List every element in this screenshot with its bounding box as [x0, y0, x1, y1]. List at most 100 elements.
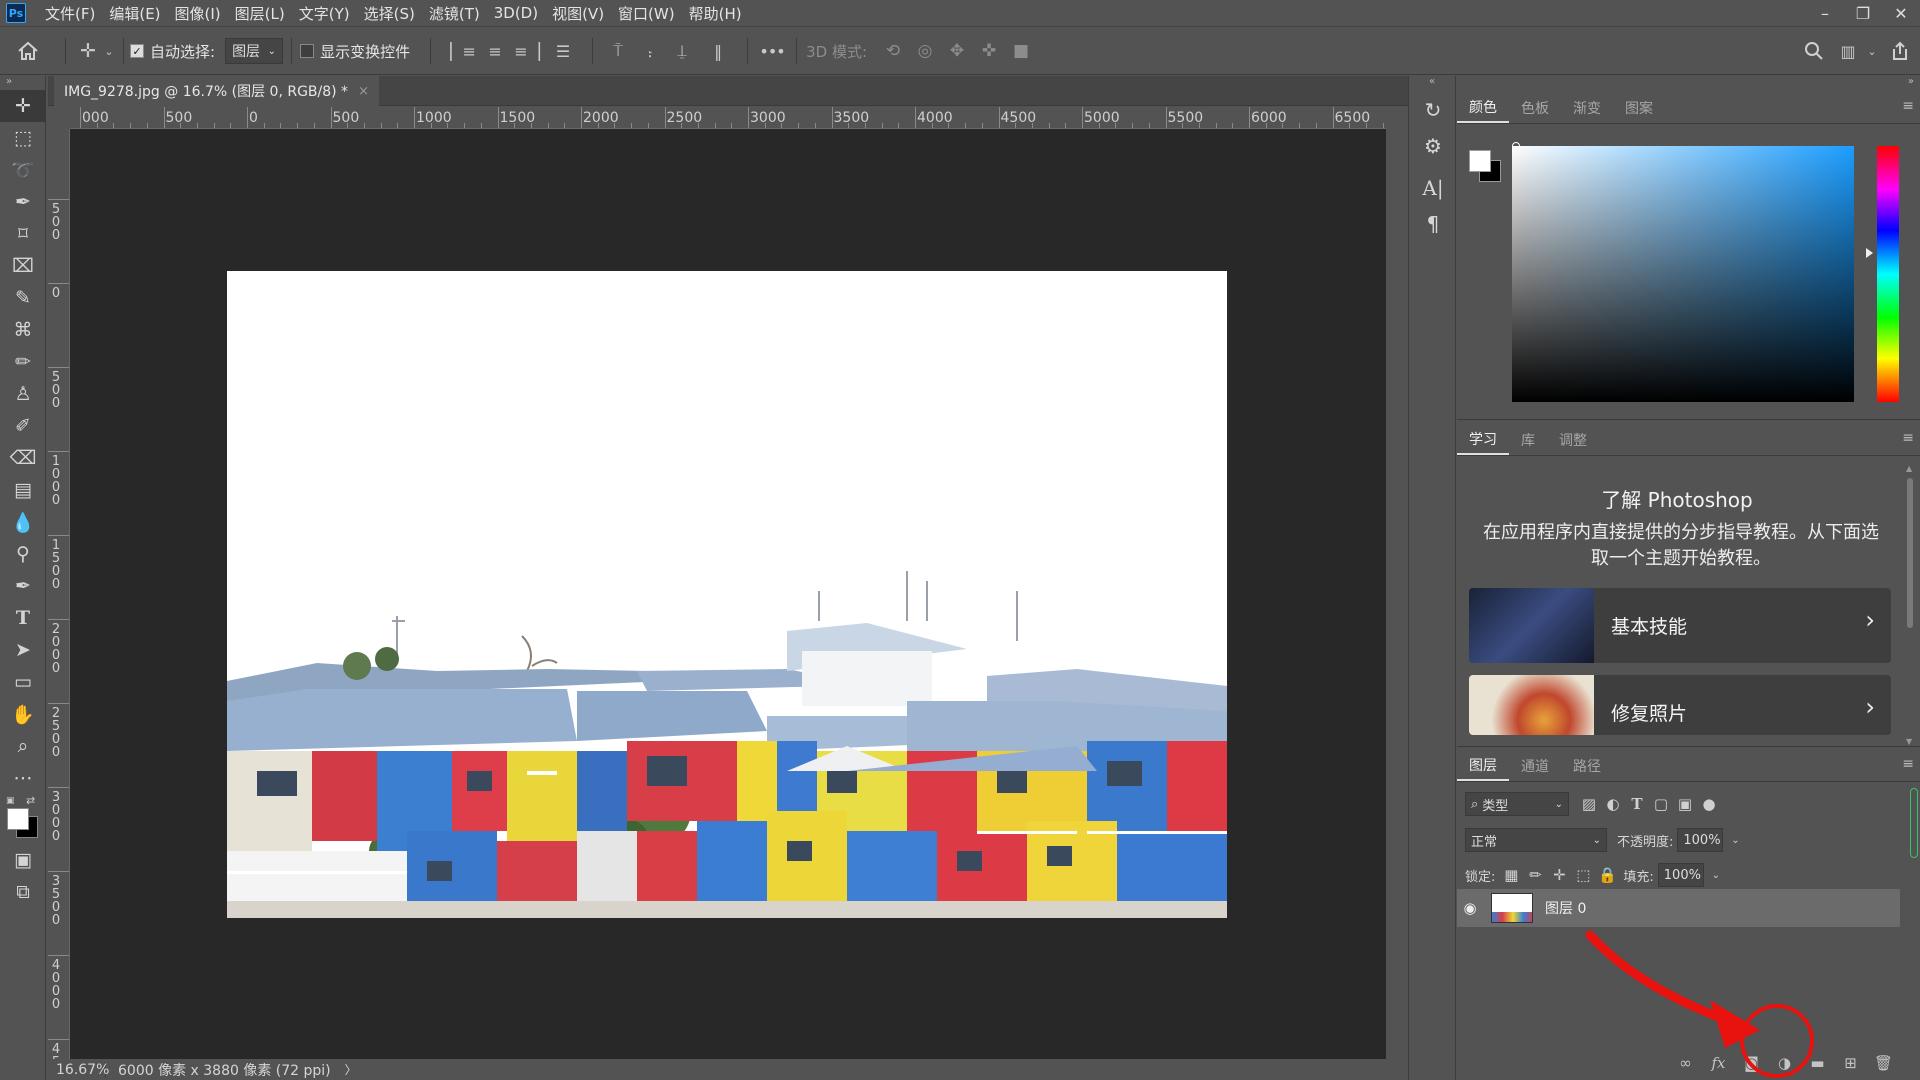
canvas-area[interactable] — [70, 129, 1386, 1059]
history-brush-tool-icon[interactable]: ✐ — [0, 410, 46, 442]
3d-pan-icon[interactable]: ✥ — [941, 36, 973, 66]
filter-shape-icon[interactable]: ▢ — [1649, 792, 1673, 816]
show-transform-checkbox[interactable] — [300, 44, 315, 58]
menu-view[interactable]: 视图(V) — [545, 3, 611, 24]
filter-pixel-icon[interactable]: ▨ — [1577, 792, 1601, 816]
home-icon[interactable] — [0, 36, 56, 66]
quick-select-tool-icon[interactable]: ✒ — [0, 186, 46, 218]
properties-panel-icon[interactable]: ⚙ — [1409, 128, 1457, 164]
history-panel-icon[interactable]: ↻ — [1409, 92, 1457, 128]
panel-menu-icon[interactable]: ≡ — [1902, 430, 1914, 446]
align-top-icon[interactable]: ⍑ — [602, 36, 634, 66]
status-menu-arrow[interactable]: 〉 — [345, 1061, 357, 1078]
menu-window[interactable]: 窗口(W) — [611, 3, 682, 24]
layers-scroll-indicator[interactable] — [1910, 788, 1918, 858]
blur-tool-icon[interactable]: 💧 — [0, 506, 46, 538]
hue-slider-handle[interactable] — [1866, 248, 1873, 258]
move-tool-icon[interactable]: ✛ — [75, 36, 101, 66]
align-right-icon[interactable]: ≡▕ — [511, 36, 543, 66]
auto-select-dropdown[interactable]: 图层 ⌄ — [225, 38, 284, 64]
tab-libraries[interactable]: 库 — [1509, 425, 1547, 455]
link-icon[interactable]: ∞ — [1669, 1054, 1702, 1072]
chevron-down-icon[interactable]: ⌄ — [1723, 828, 1747, 852]
fx-icon[interactable]: fx — [1702, 1054, 1735, 1072]
tab-gradients[interactable]: 渐变 — [1561, 93, 1613, 123]
auto-select-checkbox[interactable]: ✓ — [130, 44, 144, 58]
opacity-input[interactable]: 100% — [1677, 828, 1724, 852]
layer-name[interactable]: 图层 0 — [1545, 898, 1586, 918]
filter-smart-object-icon[interactable]: ▣ — [1673, 792, 1697, 816]
lock-artboard-icon[interactable]: ⬚ — [1571, 863, 1595, 887]
tab-patterns[interactable]: 图案 — [1613, 93, 1665, 123]
lock-transparent-icon[interactable]: ▦ — [1499, 863, 1523, 887]
learn-card-repair-photos[interactable]: 修复照片 › — [1469, 675, 1891, 735]
layer-filter-dropdown[interactable]: ⌕ 类型 ⌄ — [1465, 792, 1569, 816]
more-tools-icon[interactable]: ⋯ — [0, 762, 46, 794]
eyedropper-tool-icon[interactable]: ✎ — [0, 282, 46, 314]
align-bottom-icon[interactable]: ⍊ — [666, 36, 698, 66]
group-icon[interactable]: ▬ — [1801, 1054, 1834, 1072]
gradient-tool-icon[interactable]: ▤ — [0, 474, 46, 506]
tab-adjustments[interactable]: 调整 — [1547, 425, 1599, 455]
collapse-icon[interactable]: » — [0, 76, 45, 90]
tab-swatches[interactable]: 色板 — [1509, 93, 1561, 123]
hue-slider[interactable] — [1877, 146, 1899, 402]
lock-pixels-icon[interactable]: ✏ — [1523, 863, 1547, 887]
stamp-tool-icon[interactable]: ♙ — [0, 378, 46, 410]
move-tool-icon[interactable]: ✛ — [0, 90, 46, 122]
marquee-tool-icon[interactable]: ⬚ — [0, 122, 46, 154]
adjustment-layer-icon[interactable]: ◑ — [1768, 1054, 1801, 1072]
zoom-tool-icon[interactable]: ⌕ — [0, 730, 46, 762]
fill-input[interactable]: 100% — [1657, 863, 1704, 887]
spot-healing-tool-icon[interactable]: ⌘ — [0, 314, 46, 346]
new-layer-icon[interactable]: ⊞ — [1834, 1054, 1867, 1072]
foreground-color-swatch[interactable] — [7, 808, 29, 830]
chevron-down-icon[interactable]: ⌄ — [1704, 863, 1728, 887]
learn-card-basic-skills[interactable]: 基本技能 › — [1469, 588, 1891, 663]
menu-layer[interactable]: 图层(L) — [228, 3, 292, 24]
color-swatches[interactable]: ▣ ⇄ — [0, 794, 45, 844]
rectangle-tool-icon[interactable]: ▭ — [0, 666, 46, 698]
vertical-scrollbar[interactable] — [1386, 107, 1408, 1059]
trash-icon[interactable]: 🗑 — [1867, 1054, 1900, 1072]
3d-scale-icon[interactable]: ■ — [1005, 36, 1037, 66]
menu-help[interactable]: 帮助(H) — [682, 3, 749, 24]
distribute-icon[interactable]: ☰ — [543, 36, 583, 66]
learn-panel-scrollbar[interactable]: ▲ ▼ — [1903, 458, 1915, 748]
3d-slide-icon[interactable]: ✜ — [973, 36, 1005, 66]
align-vcenter-icon[interactable]: ⹎ — [634, 36, 666, 66]
layer-thumbnail[interactable] — [1491, 893, 1533, 923]
lasso-tool-icon[interactable]: ➰ — [0, 154, 46, 186]
brush-tool-icon[interactable]: ✏ — [0, 346, 46, 378]
align-hcenter-icon[interactable]: ≡ — [479, 36, 511, 66]
workspace-icon[interactable]: ▥ — [1832, 36, 1864, 66]
menu-select[interactable]: 选择(S) — [357, 3, 422, 24]
pen-tool-icon[interactable]: ✒ — [0, 570, 46, 602]
more-options-icon[interactable]: ••• — [757, 36, 787, 66]
screen-mode-icon[interactable]: ⧉ — [0, 876, 46, 908]
filter-adjustment-icon[interactable]: ◐ — [1601, 792, 1625, 816]
menu-image[interactable]: 图像(I) — [168, 3, 228, 24]
menu-3d[interactable]: 3D(D) — [487, 4, 545, 22]
vertical-ruler[interactable]: 0 500 0 500 1000 1500 2000 2500 3000 3500 4000 45 — [48, 129, 70, 1059]
dodge-tool-icon[interactable]: ⚲ — [0, 538, 46, 570]
3d-orbit-icon[interactable]: ⟲ — [877, 36, 909, 66]
tab-color[interactable]: 颜色 — [1457, 93, 1509, 123]
default-colors-icon[interactable]: ▣ — [6, 796, 15, 806]
menu-type[interactable]: 文字(Y) — [292, 3, 357, 24]
chevron-down-icon[interactable]: ⌄ — [1864, 36, 1880, 66]
share-icon[interactable] — [1880, 36, 1920, 66]
menu-edit[interactable]: 编辑(E) — [102, 3, 167, 24]
color-picker-field[interactable] — [1512, 146, 1854, 402]
horizontal-ruler[interactable]: 000 500 0 500 1000 1500 2000 2500 3000 3500 4000 45… — [70, 107, 1386, 129]
lock-position-icon[interactable]: ✛ — [1547, 863, 1571, 887]
zoom-level[interactable]: 16.67% — [48, 1061, 109, 1078]
layer-row[interactable]: ◉ 图层 0 — [1457, 889, 1900, 927]
document-image[interactable] — [227, 271, 1227, 918]
collapse-dock-icon[interactable]: » — [1908, 76, 1914, 87]
panel-menu-icon[interactable]: ≡ — [1902, 756, 1914, 772]
search-icon[interactable] — [1796, 36, 1832, 66]
paragraph-panel-icon[interactable]: ¶ — [1409, 206, 1457, 242]
tab-paths[interactable]: 路径 — [1561, 751, 1613, 781]
restore-icon[interactable]: ❐ — [1844, 0, 1882, 27]
